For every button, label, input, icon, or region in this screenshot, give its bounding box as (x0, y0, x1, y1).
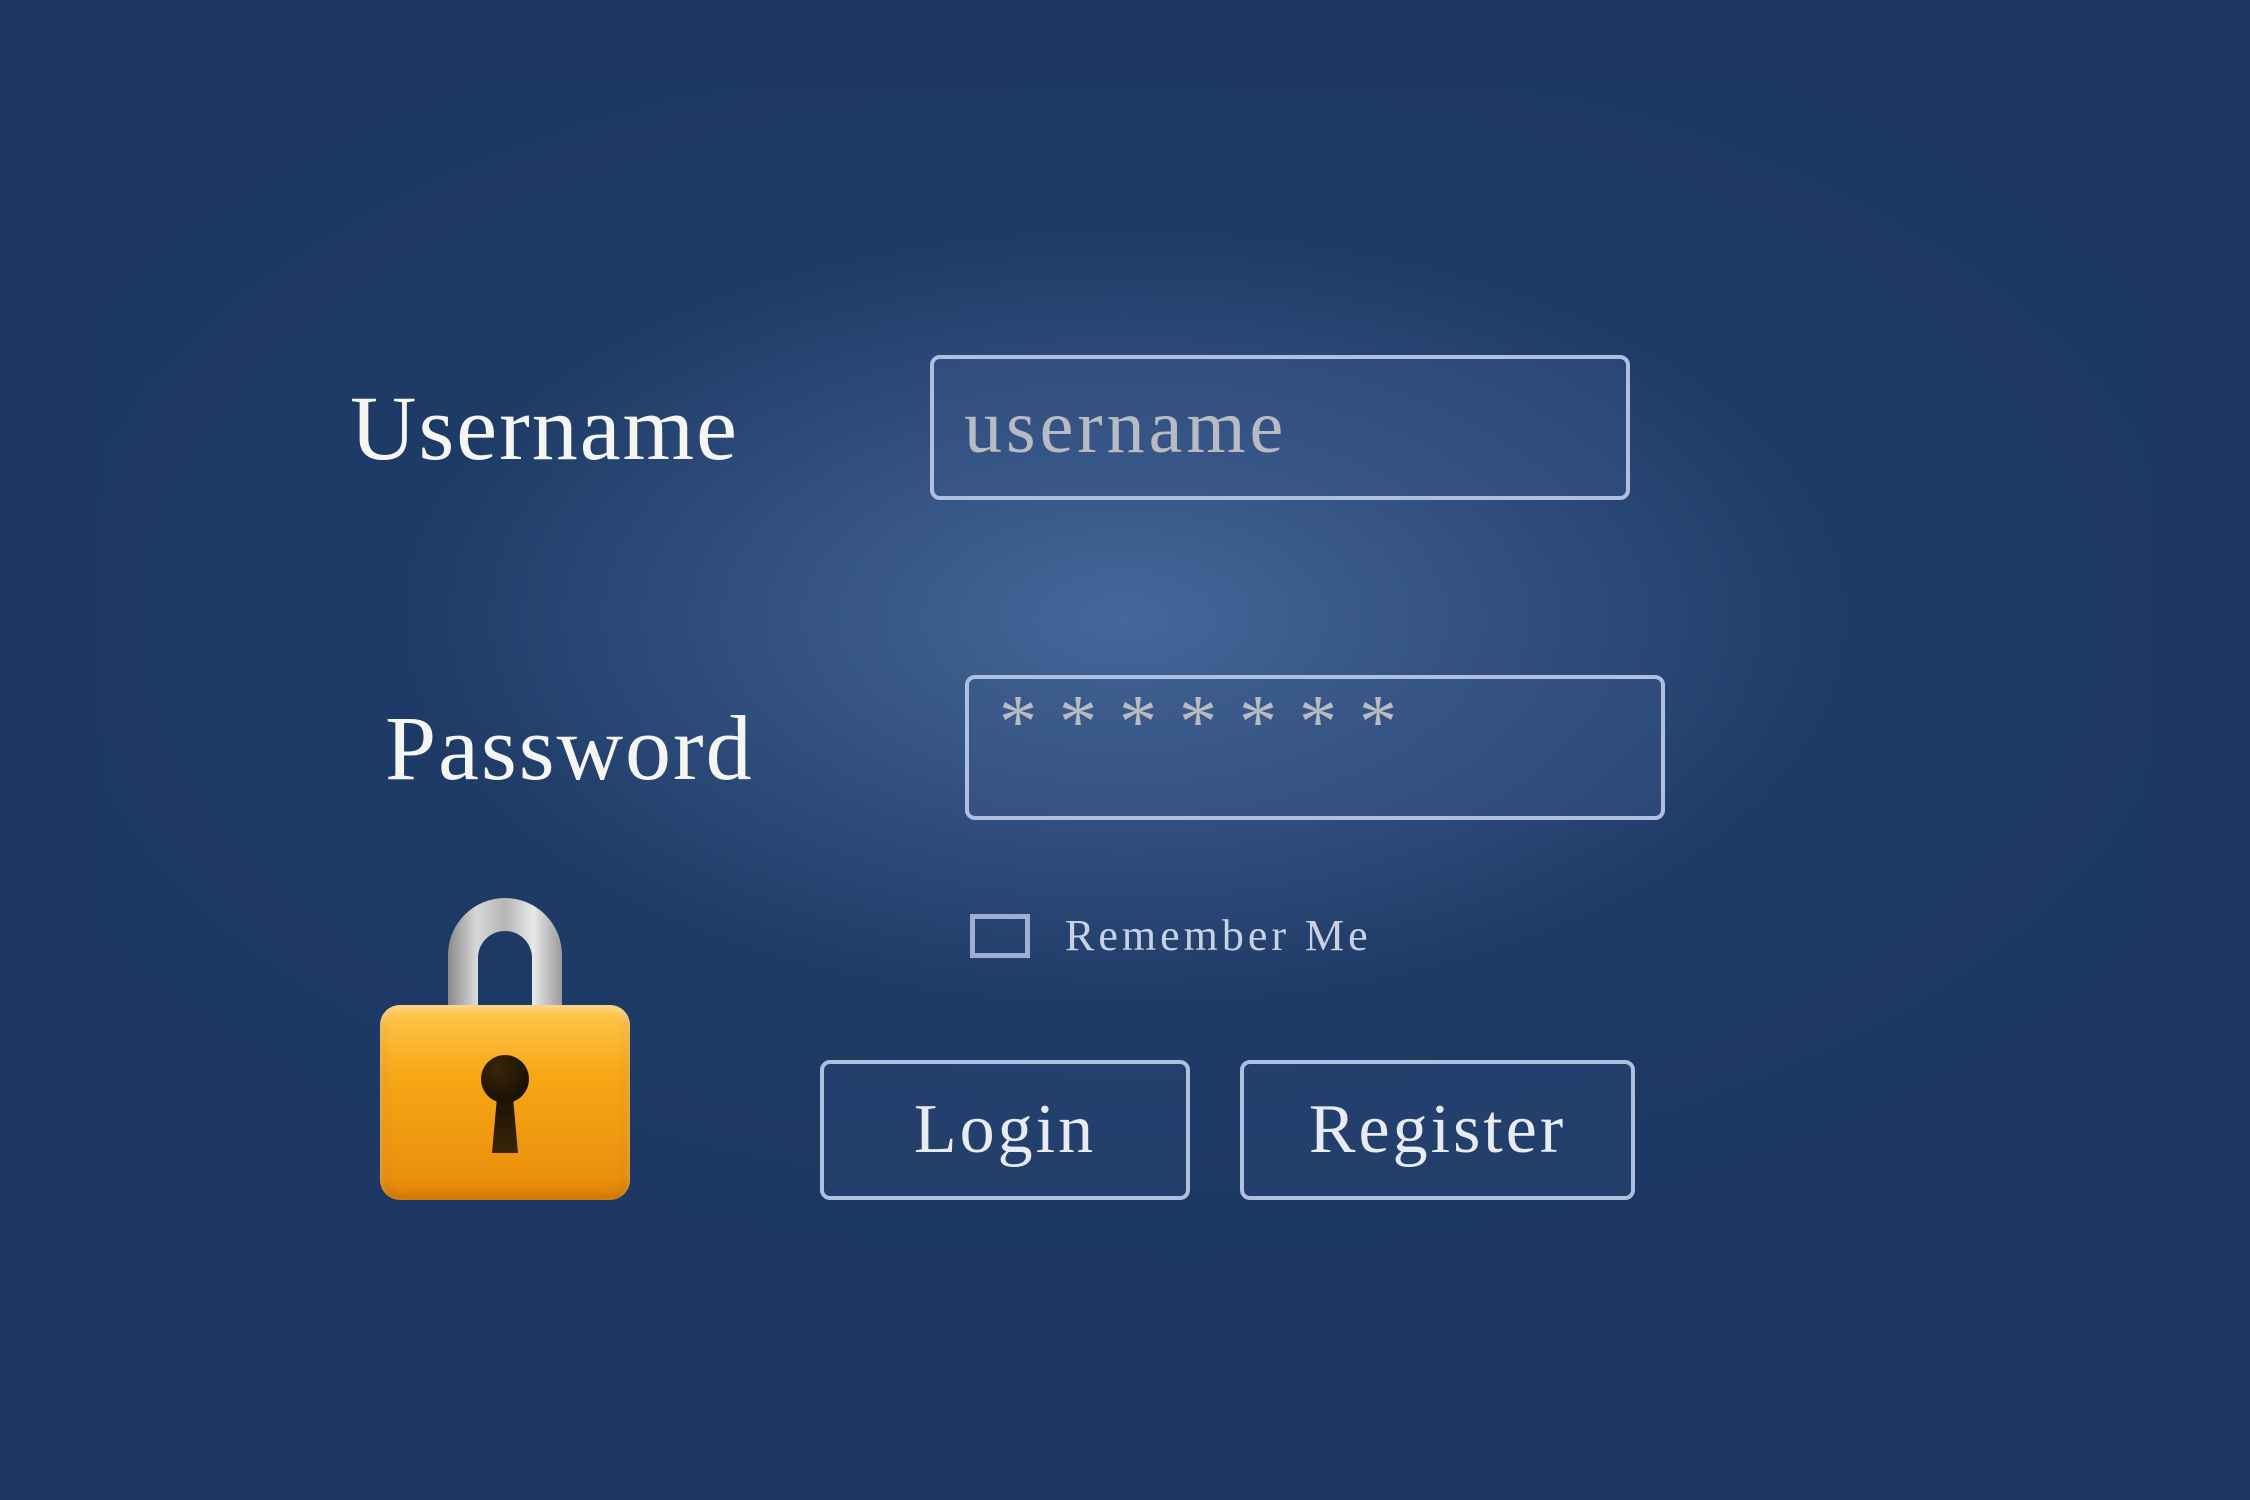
username-input[interactable] (930, 355, 1630, 500)
remember-me-label: Remember Me (1065, 910, 1372, 961)
password-label: Password (385, 695, 965, 801)
remember-me-checkbox[interactable] (970, 914, 1030, 958)
username-row: Username (350, 355, 1630, 500)
login-button[interactable]: Login (820, 1060, 1190, 1200)
lock-icon (380, 880, 630, 1200)
password-row: Password ******* (385, 675, 1665, 820)
remember-me-row: Remember Me (970, 910, 1372, 961)
register-button[interactable]: Register (1240, 1060, 1635, 1200)
buttons-row: Login Register (820, 1060, 1635, 1200)
username-label: Username (350, 375, 930, 481)
password-input[interactable]: ******* (965, 675, 1665, 820)
login-panel: Username Password ******* Remember Me Lo… (100, 90, 2150, 1410)
